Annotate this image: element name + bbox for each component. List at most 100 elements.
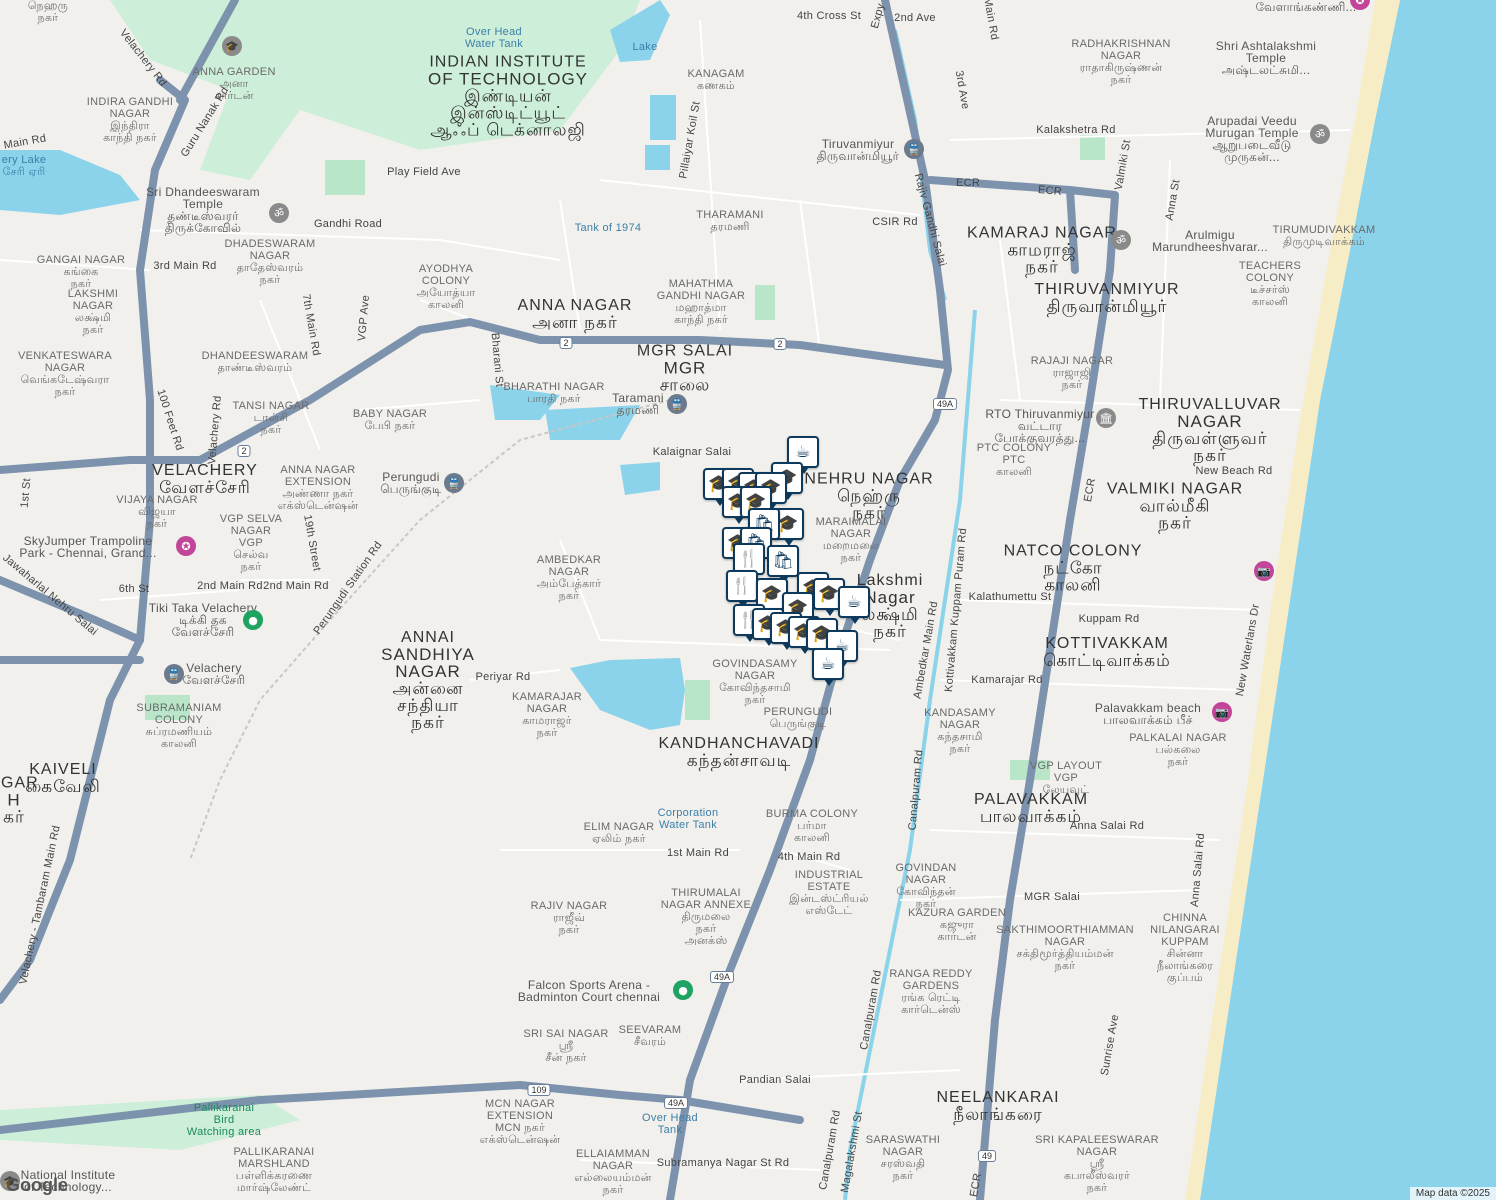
- map-label-subramanya[interactable]: Subramanya Nagar St Rd: [657, 1157, 790, 1169]
- map-label-industrial[interactable]: INDUSTRIAL ESTATE இன்டஸ்ட்ரியல் எஸ்டேட்: [789, 869, 869, 917]
- map-label-play-field[interactable]: Play Field Ave: [387, 166, 461, 178]
- map-label-3rd-main[interactable]: 3rd Main Rd: [153, 260, 216, 272]
- train-icon[interactable]: 🚆: [444, 473, 464, 493]
- map-label-mgr-salai[interactable]: MGR SALAI MGR சாலை: [637, 343, 733, 394]
- cafe-marker-icon[interactable]: ☕: [838, 586, 870, 624]
- fun-icon[interactable]: ✪: [176, 536, 196, 556]
- map-label-palavakkam-beach[interactable]: Palavakkam beach பாலவாக்கம் பீச்: [1095, 702, 1201, 726]
- map-label-elim[interactable]: ELIM NAGAR ஏலிம் நகர்: [584, 821, 655, 845]
- map-label-lakshmi-nagar-w[interactable]: LAKSHMI NAGAR லக்ஷ்மி நகர்: [68, 288, 118, 336]
- map-label-gangai[interactable]: GANGAI NAGAR கங்கை நகர்: [37, 254, 126, 290]
- map-label-teachers-colony[interactable]: TEACHERS COLONY டீச்சர்ஸ் காலனி: [1239, 260, 1301, 308]
- map-label-perungudi[interactable]: PERUNGUDI பெருங்குடி: [764, 706, 833, 730]
- map-label-new-beach[interactable]: New Beach Rd: [1196, 465, 1273, 477]
- map-label-kanagam[interactable]: KANAGAM கணகம்: [687, 68, 744, 92]
- map-label-tharamani[interactable]: THARAMANI தரமணி: [696, 209, 763, 233]
- map-label-neelankarai[interactable]: NEELANKARAI நீலாங்கரை: [936, 1089, 1059, 1123]
- map-label-nehru-nagar-nw[interactable]: நெஹரு நகர்: [28, 0, 68, 24]
- map-label-dhandeeswaram[interactable]: DHANDEESWARAM தாண்டீஸ்வரம்: [202, 350, 309, 374]
- map-label-govindasamy[interactable]: GOVINDASAMY NAGAR கோவிந்தசாமி நகர்: [712, 658, 797, 706]
- map-label-govindan[interactable]: GOVINDAN NAGAR கோவிந்தன் நகர்: [895, 862, 956, 910]
- map-label-valmiki[interactable]: VALMIKI NAGAR வால்மீகி நகர்: [1107, 481, 1243, 532]
- map-label-sakthimoorthiamman[interactable]: SAKTHIMOORTHIAMMAN NAGAR சக்திமூர்த்தியம்ம…: [996, 924, 1134, 972]
- map-label-overhead-tank-s[interactable]: Over Head Tank: [642, 1112, 698, 1136]
- map-attribution[interactable]: Map data ©2025: [1409, 1187, 1496, 1200]
- om-icon[interactable]: ॐ: [1111, 230, 1131, 250]
- map-label-palkalai[interactable]: PALKALAI NAGAR பல்கலை நகர்: [1129, 732, 1227, 768]
- map-label-kandhanchavadi[interactable]: KANDHANCHAVADI கந்தன்சாவடி: [659, 735, 820, 769]
- map-label-kandasamy[interactable]: KANDASAMY NAGAR கந்தசாமி நகர்: [924, 707, 996, 755]
- map-label-2nd-ave[interactable]: 2nd Ave: [894, 12, 936, 24]
- map-label-subramaniam[interactable]: SUBRAMANIAM COLONY சுப்ரமணியம் காலனி: [136, 702, 221, 750]
- map-label-anna-garden[interactable]: ANNA GARDEN அனா கார்டன்: [192, 66, 275, 102]
- map-label-dhadeeswaram[interactable]: DHADESWARAM NAGAR தாதேஸ்வரம் நகர்: [225, 238, 316, 286]
- cafe-marker-icon[interactable]: ☕: [812, 648, 844, 686]
- map-label-velachery-stn[interactable]: Velachery வேளச்சேரி: [183, 662, 246, 686]
- camera-icon[interactable]: 📷: [1254, 561, 1274, 581]
- map-label-nehru-nagar[interactable]: NEHRU NAGAR நெஹ்ரு நகர்: [804, 471, 933, 522]
- map-label-burma[interactable]: BURMA COLONY பர்மா காலனி: [766, 808, 858, 844]
- map-label-overhead-tank-n[interactable]: Over Head Water Tank: [465, 26, 523, 50]
- map-label-anna-nagar[interactable]: ANNA NAGAR அனா நகர்: [518, 297, 633, 331]
- map-label-velachery[interactable]: VELACHERY வேளச்சேரி: [152, 462, 258, 496]
- map-label-pallikaranai-marsh[interactable]: PALLIKARANAI MARSHLAND பள்ளிக்கரணை மார்ஷ்லே…: [233, 1146, 314, 1194]
- map-label-annai-sandhiya[interactable]: ANNAI SANDHIYA NAGAR அன்னை சந்தியா நகர்: [381, 629, 475, 731]
- map-label-tank-1974[interactable]: Tank of 1974: [575, 222, 642, 234]
- map-label-rajiv[interactable]: RAJIV NAGAR ராஜீவ் நகர்: [531, 900, 608, 936]
- map-label-natco[interactable]: NATCO COLONY நட்கோ காலனி: [1004, 543, 1143, 594]
- map-label-periyar[interactable]: Periyar Rd: [476, 671, 531, 683]
- map-label-ambedkar-nagar[interactable]: AMBEDKAR NAGAR அம்பேத்கார் நகர்: [537, 554, 602, 602]
- map-label-nagar-w[interactable]: AGARHகர்: [0, 775, 39, 826]
- map-label-bharathi[interactable]: BHARATHI NAGAR பாரதி நகர்: [503, 381, 604, 405]
- map-label-kamaraj-nagar[interactable]: KAMARAJ NAGAR காமராஜ் நகர்: [967, 225, 1117, 276]
- map-label-anna-nagar-ext[interactable]: ANNA NAGAR EXTENSION அண்ணா நகர் எக்ஸ்டென்ஷன…: [278, 464, 359, 512]
- map-label-4th-main[interactable]: 4th Main Rd: [778, 851, 841, 863]
- map-label-chinna-nilangarai[interactable]: CHINNA NILANGARAI KUPPAM சின்னா நீலாங்கரை குப…: [1150, 912, 1220, 984]
- map-label-6th-st[interactable]: 6th St: [119, 583, 150, 595]
- map-label-corporation-tank[interactable]: Corporation Water Tank: [658, 807, 719, 831]
- gov-icon[interactable]: 🏛: [1096, 408, 1116, 428]
- restaurant-marker-icon[interactable]: 🍴: [726, 570, 758, 608]
- om-icon[interactable]: ॐ: [1310, 124, 1330, 144]
- map-label-kottivakkam[interactable]: KOTTIVAKKAM கொட்டிவாக்கம்: [1043, 635, 1171, 669]
- map-label-velachery-lake[interactable]: ery Lake சேரி ஏரி: [2, 154, 47, 178]
- map-label-iit[interactable]: INDIAN INSTITUTE OF TECHNOLOGY இண்டியன் இன்…: [428, 54, 588, 139]
- map-label-tirumudivakkam[interactable]: TIRUMUDIVAKKAM திருமுடிவாக்கம்: [1272, 224, 1375, 248]
- map-label-maraimalai[interactable]: MARAIMALAI NAGAR மறைமலை நகர்: [816, 516, 887, 564]
- map-label-sri-sai[interactable]: SRI SAI NAGAR ஸ்ரீ சீன் நகர்: [523, 1028, 608, 1064]
- train-icon[interactable]: 🚆: [667, 394, 687, 414]
- map-label-kazura[interactable]: KAZURA GARDEN கஜுரா கார்டன்: [908, 907, 1006, 943]
- map-label-mcn[interactable]: MCN NAGAR EXTENSION MCN நகர் எக்ஸ்டென்ஷன்: [480, 1098, 561, 1146]
- map-label-thiruvalluvar[interactable]: THIRUVALLUVAR NAGAR திருவள்ளுவர் நகர்: [1138, 396, 1281, 464]
- camera-icon[interactable]: 📷: [1212, 702, 1232, 722]
- map-label-rajaji[interactable]: RAJAJI NAGAR ராஜாஜி நகர்: [1031, 355, 1113, 391]
- train-icon[interactable]: 🚆: [904, 139, 924, 159]
- map-label-ranga-reddy[interactable]: RANGA REDDY GARDENS ரங்க ரெட்டி கார்டென்ஸ்: [889, 968, 972, 1016]
- map-label-gandhi-road[interactable]: Gandhi Road: [314, 218, 382, 230]
- map-label-baby[interactable]: BABY NAGAR பேபி நகர்: [353, 408, 427, 432]
- map-label-anna-salai[interactable]: Anna Salai Rd: [1070, 820, 1144, 832]
- map-label-arupadai[interactable]: Arupadai Veedu Murugan Temple ஆறுபடைவீடு மு…: [1205, 115, 1298, 163]
- map-label-tiki-taka[interactable]: Tiki Taka Velachery டிக்கி தக வேளச்சேரி: [149, 602, 257, 638]
- map-label-radhakrishnan[interactable]: RADHAKRISHNAN NAGAR ராதாகிருஷ்ணன் நகர்: [1071, 38, 1170, 86]
- map-label-ellaiamman[interactable]: ELLAIAMMAN NAGAR எல்லையம்மன் நகர்: [574, 1148, 651, 1196]
- map-label-indira-gandhi[interactable]: INDIRA GANDHI NAGAR இந்திரா காந்தி நகர்: [87, 96, 173, 144]
- map-label-rto[interactable]: RTO Thiruvanmiyur வட்டார போக்குவரத்து...: [985, 408, 1094, 444]
- map-label-pallikarani-bird[interactable]: Pallikaranai Bird Watching area: [187, 1102, 261, 1138]
- map-label-arulmigu[interactable]: Arulmigu Marundheeshvarar...: [1152, 229, 1268, 253]
- map-label-thirumalai[interactable]: THIRUMALAI NAGAR ANNEXE திருமலை நகர் அனக்ஸ்: [661, 887, 751, 947]
- map-label-kalathumettu[interactable]: Kalathumettu St: [969, 591, 1052, 603]
- sport-icon[interactable]: ●: [673, 980, 693, 1000]
- map-label-tiruvanmiyur-stn[interactable]: Tiruvanmiyur திருவான்மியூர்: [817, 138, 899, 162]
- map-label-kalakshetra[interactable]: Kalakshetra Rd: [1036, 124, 1115, 136]
- map-label-4th-cross[interactable]: 4th Cross St: [797, 10, 861, 22]
- map-label-2nd-main-b[interactable]: 2nd Main Rd: [263, 580, 329, 592]
- map-label-skyjumper[interactable]: SkyJumper Trampoline Park - Chennai, Gran…: [19, 535, 156, 559]
- map-label-mgr-salai-rd[interactable]: MGR Salai: [1024, 891, 1080, 903]
- sport-icon[interactable]: ●: [243, 610, 263, 630]
- map-label-seevaram[interactable]: SEEVARAM சீவரம்: [619, 1024, 682, 1048]
- map-label-pandian[interactable]: Pandian Salai: [739, 1074, 811, 1086]
- map-label-vijaya[interactable]: VIJAYA NAGAR விஜயா நகர்: [116, 494, 197, 530]
- om-icon[interactable]: ॐ: [269, 203, 289, 223]
- map-label-kamarajar-rd[interactable]: Kamarajar Rd: [971, 674, 1042, 686]
